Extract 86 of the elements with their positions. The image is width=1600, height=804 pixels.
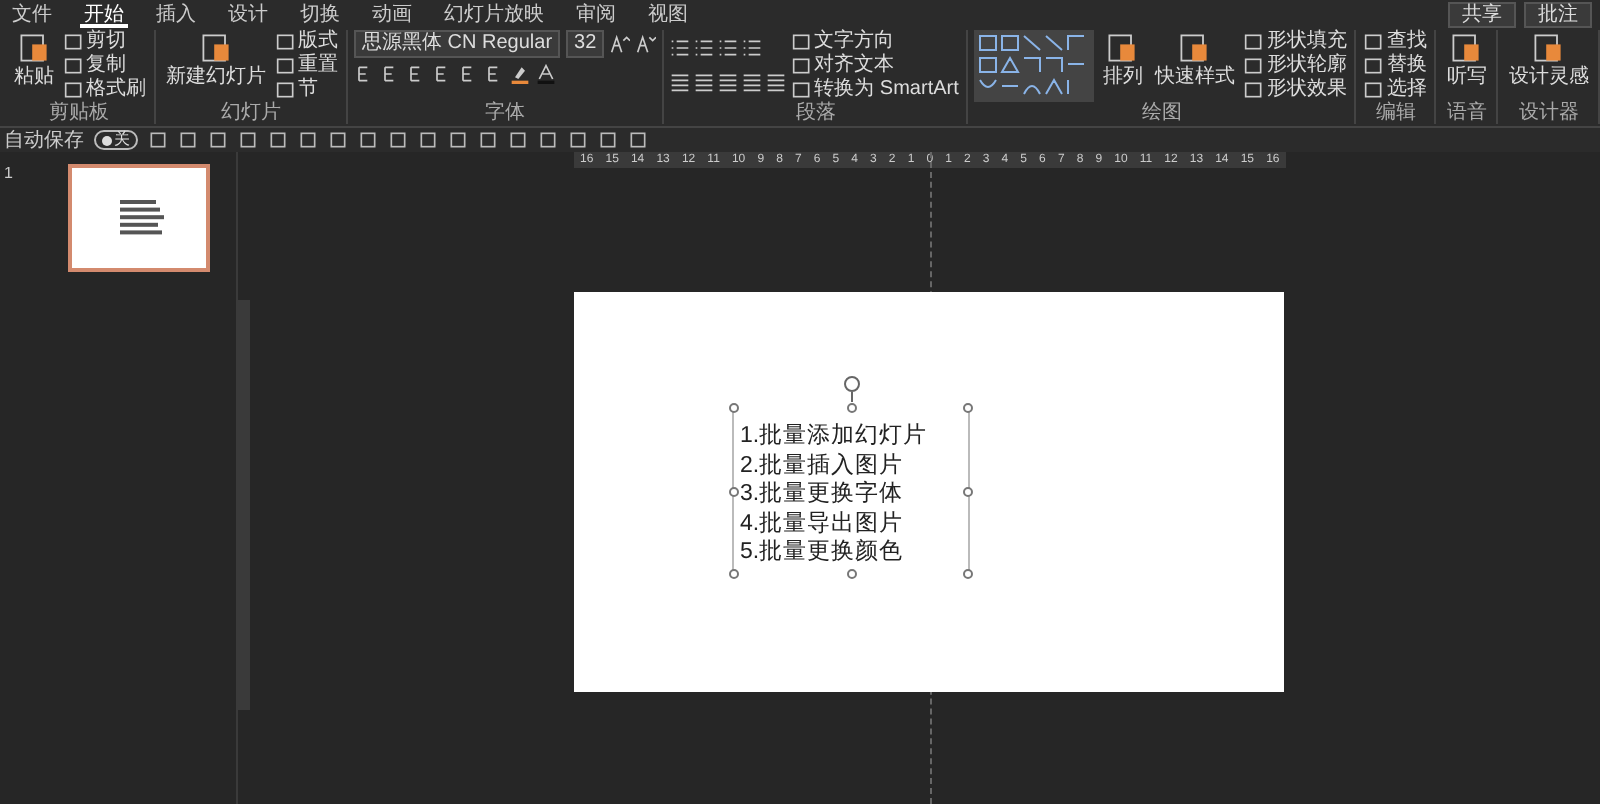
tool-icon xyxy=(792,80,813,100)
tool-icon xyxy=(1448,30,1485,66)
ribbon-button[interactable]: 粘贴 xyxy=(10,30,58,88)
ribbon-tab[interactable]: 设计 xyxy=(224,0,272,28)
tool-icon xyxy=(1530,30,1567,66)
tool-icon xyxy=(16,30,52,66)
shapes-gallery[interactable] xyxy=(974,30,1095,102)
group-label: 设计器 xyxy=(1516,102,1581,124)
slide-canvas[interactable]: 1.批量添加幻灯片 2.批量插入图片 3.批量更换字体 4.批量导出图片 5.批量更换颜色 xyxy=(574,292,1284,692)
resize-handle[interactable] xyxy=(963,569,973,579)
group-label: 段落 xyxy=(793,102,838,124)
ribbon-button[interactable]: 排列 xyxy=(1098,30,1147,88)
ribbon-button[interactable]: 转换为 SmartArt xyxy=(790,78,961,102)
list-item: 1.批量添加幻灯片 xyxy=(740,422,930,451)
tool-icon xyxy=(1176,30,1213,66)
ribbon-button[interactable]: 形状效果 xyxy=(1242,78,1349,102)
toggle-knob xyxy=(102,135,112,145)
list-icon[interactable] xyxy=(718,37,739,57)
ribbon-button[interactable]: 查找 xyxy=(1362,30,1429,54)
list-icon[interactable] xyxy=(670,37,691,57)
autosave-label: 自动保存 xyxy=(4,128,84,154)
list-icon[interactable] xyxy=(694,37,715,57)
ribbon-button[interactable]: 剪切 xyxy=(62,30,148,54)
tool-icon xyxy=(1364,80,1385,100)
slide-number: 1 xyxy=(4,164,13,186)
group-label: 字体 xyxy=(483,102,528,124)
ribbon-button[interactable]: 听写 xyxy=(1442,30,1491,88)
ribbon-button[interactable]: 形状填充 xyxy=(1242,30,1349,54)
highlight-icon[interactable] xyxy=(510,64,530,84)
resize-handle[interactable] xyxy=(846,403,856,413)
group-label: 剪贴板 xyxy=(47,102,111,124)
ribbon-button[interactable]: 选择 xyxy=(1362,78,1429,102)
ribbon-button[interactable]: 版式 xyxy=(274,30,340,54)
list-item: 5.批量更换颜色 xyxy=(740,538,906,567)
list-item: 3.批量更换字体 xyxy=(740,480,906,509)
ribbon-button[interactable]: 格式刷 xyxy=(62,78,148,102)
font-name-field[interactable]: 思源黑体 CN Regular xyxy=(354,30,561,58)
list-icon[interactable] xyxy=(742,37,763,57)
ribbon-button[interactable]: 重置 xyxy=(274,54,340,78)
resize-handle[interactable] xyxy=(729,569,739,579)
tool-icon xyxy=(1364,56,1385,76)
header-button[interactable]: 批注 xyxy=(1524,1,1592,27)
shrink-font-icon[interactable] xyxy=(636,34,657,54)
rotate-handle-icon[interactable] xyxy=(842,374,862,402)
resize-handle[interactable] xyxy=(729,486,739,496)
tool-icon xyxy=(792,32,813,52)
font-size-field[interactable]: 32 xyxy=(566,30,605,58)
resize-handle[interactable] xyxy=(963,403,973,413)
list-item: 2.批量插入图片 xyxy=(740,451,906,480)
autosave-toggle[interactable]: 关 xyxy=(94,130,138,150)
slide-thumbnail[interactable] xyxy=(68,164,211,272)
ribbon-button[interactable]: 设计灵感 xyxy=(1504,30,1593,88)
ribbon-tab[interactable]: 插入 xyxy=(152,0,200,28)
group-label: 编辑 xyxy=(1373,102,1418,124)
tool-icon xyxy=(1104,30,1141,66)
ribbon-tab[interactable]: 审阅 xyxy=(572,0,620,28)
ribbon-tab[interactable]: 切换 xyxy=(296,0,344,28)
grow-font-icon[interactable] xyxy=(610,34,631,54)
ribbon-tab[interactable]: 幻灯片放映 xyxy=(440,0,548,28)
tool-icon xyxy=(1244,56,1265,76)
ribbon-button[interactable]: 对齐文本 xyxy=(790,54,961,78)
tool-icon xyxy=(1244,80,1265,100)
tool-icon xyxy=(1244,32,1265,52)
ribbon-tab[interactable]: 动画 xyxy=(368,0,416,28)
group-label: 语音 xyxy=(1444,102,1489,124)
ribbon-button[interactable]: 文字方向 xyxy=(790,30,961,54)
tool-icon xyxy=(1364,32,1385,52)
text-box[interactable]: 1.批量添加幻灯片 2.批量插入图片 3.批量更换字体 4.批量导出图片 5.批量更换颜色 xyxy=(732,408,970,574)
ribbon-button[interactable]: 节 xyxy=(274,78,340,102)
ribbon-tab[interactable]: 视图 xyxy=(644,0,692,28)
ribbon-button[interactable]: 替换 xyxy=(1362,54,1429,78)
tool-icon xyxy=(792,56,813,76)
resize-handle[interactable] xyxy=(963,486,973,496)
ribbon-button[interactable]: 复制 xyxy=(62,54,148,78)
font-color-icon[interactable] xyxy=(536,64,556,84)
list-item: 4.批量导出图片 xyxy=(740,509,906,538)
header-button[interactable]: 共享 xyxy=(1448,1,1516,27)
group-label: 幻灯片 xyxy=(219,102,283,124)
tool-icon xyxy=(198,30,234,66)
resize-handle[interactable] xyxy=(846,569,856,579)
ribbon-tab[interactable]: 文件 xyxy=(8,0,56,28)
ribbon-button[interactable]: 快速样式 xyxy=(1150,30,1239,88)
ribbon-button[interactable]: 形状轮廓 xyxy=(1242,54,1349,78)
group-label: 绘图 xyxy=(1139,102,1184,124)
ribbon-button[interactable]: 新建幻灯片 xyxy=(162,30,270,88)
resize-handle[interactable] xyxy=(729,403,739,413)
